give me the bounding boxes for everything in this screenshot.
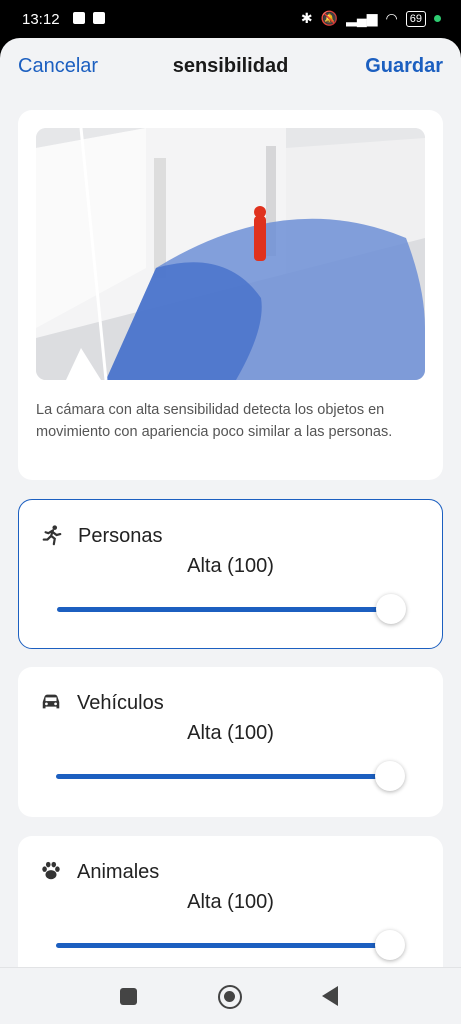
sensitivity-slider-thumb[interactable] xyxy=(375,930,405,960)
cancel-button[interactable]: Cancelar xyxy=(18,55,98,78)
screen: sensibilidad Cancelar Guardar La cámara xyxy=(0,38,461,967)
sensitivity-slider-thumb[interactable] xyxy=(376,594,406,624)
sensitivity-illustration xyxy=(36,128,425,380)
sensitivity-slider-track[interactable] xyxy=(56,943,396,948)
sensitivity-value: Alta (100) xyxy=(187,722,274,744)
app-bar: sensibilidad Cancelar Guardar xyxy=(0,38,461,98)
sensitivity-value: Alta (100) xyxy=(187,555,274,577)
card-label: Animales xyxy=(77,861,160,883)
sensitivity-card-personas[interactable]: Personas Alta (100) xyxy=(18,499,443,649)
bluetooth-icon: ✱ xyxy=(300,10,313,26)
sensitivity-slider-track[interactable] xyxy=(57,607,397,612)
running-person-icon xyxy=(42,525,62,546)
wifi-icon: ◠ xyxy=(385,10,398,26)
info-card: La cámara con alta sensibilidad detecta … xyxy=(18,110,443,480)
car-icon xyxy=(42,694,60,709)
sensitivity-slider-track[interactable] xyxy=(56,774,396,779)
recents-button[interactable] xyxy=(120,988,137,1005)
mute-icon: 🔕 xyxy=(320,10,339,26)
back-button[interactable] xyxy=(322,986,338,1006)
card-label: Vehículos xyxy=(77,692,164,714)
sensitivity-card-animales[interactable]: Animales Alta (100) xyxy=(18,836,443,967)
status-icons: ✱ 🔕 ▂▄▆ ◠ 69 xyxy=(301,10,441,27)
notification-icons xyxy=(73,12,105,24)
status-time: 13:12 xyxy=(22,11,60,28)
camera-scene-image xyxy=(36,128,425,380)
home-button[interactable] xyxy=(218,985,242,1009)
card-label: Personas xyxy=(78,525,163,547)
signal-icon: ▂▄▆ xyxy=(346,10,378,26)
battery-icon: 69 xyxy=(405,10,426,27)
info-description: La cámara con alta sensibilidad detecta … xyxy=(36,402,393,440)
privacy-dot-icon xyxy=(434,15,441,22)
sensitivity-card-vehiculos[interactable]: Vehículos Alta (100) xyxy=(18,667,443,817)
paw-icon xyxy=(42,861,60,880)
sensitivity-slider-thumb[interactable] xyxy=(375,761,405,791)
notification-icon xyxy=(93,12,105,24)
notification-icon xyxy=(73,12,85,24)
sensitivity-value: Alta (100) xyxy=(187,891,274,913)
save-button[interactable]: Guardar xyxy=(365,55,443,78)
status-bar: 13:12 ✱ 🔕 ▂▄▆ ◠ 69 xyxy=(0,0,461,38)
system-nav-bar xyxy=(0,967,461,1024)
